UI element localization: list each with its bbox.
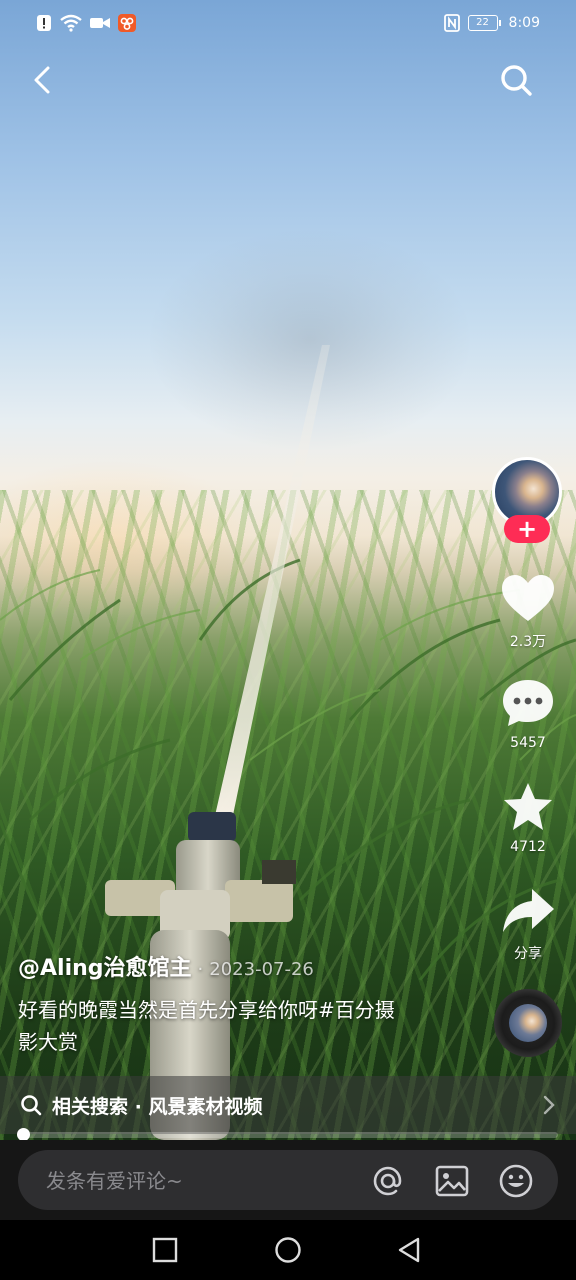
- mention-icon[interactable]: [370, 1163, 406, 1199]
- share-label: 分享: [514, 946, 542, 962]
- music-disc[interactable]: [494, 989, 562, 1057]
- related-search-bar[interactable]: 相关搜索 · 风景素材视频: [0, 1076, 576, 1134]
- comment-count: 5457: [510, 735, 546, 751]
- home-button[interactable]: [274, 1236, 302, 1264]
- status-time: 8:09: [508, 15, 540, 31]
- favorite-count: 4712: [510, 839, 546, 855]
- back-nav-button[interactable]: [396, 1236, 424, 1264]
- emoji-icon[interactable]: [498, 1163, 534, 1199]
- search-icon: [21, 1095, 42, 1116]
- caption-text[interactable]: 好看的晚霞当然是首先分享给你呀#百分摄影大赏: [18, 994, 408, 1058]
- chevron-left-icon: [34, 66, 50, 94]
- battery-tip: [498, 20, 501, 26]
- like-count: 2.3万: [509, 634, 547, 650]
- separator-dot: ·: [197, 959, 204, 980]
- star-icon: [504, 783, 552, 830]
- comment-input-container: [18, 1150, 558, 1212]
- music-cover: [509, 1004, 547, 1042]
- related-search-label: 相关搜索 · 风景素材视频: [52, 1095, 263, 1118]
- share-button[interactable]: 分享: [490, 885, 566, 963]
- comment-bubble-icon: [503, 680, 553, 726]
- nfc-icon: [443, 14, 460, 32]
- video-camera-icon: [90, 18, 110, 28]
- like-button[interactable]: 2.3万: [490, 573, 566, 651]
- alert-icon: [37, 15, 51, 31]
- share-arrow-icon: [503, 889, 554, 932]
- heart-icon: [502, 575, 554, 621]
- video-player-screen: 22 8:09 + 2.3万 5457 4712 分享 @Aling治愈馆主 ·…: [0, 0, 576, 1280]
- search-icon: [501, 65, 532, 96]
- app-notification-icon: [118, 14, 136, 32]
- playback-progress-bar[interactable]: [17, 1128, 558, 1141]
- status-bar: 22 8:09: [0, 0, 576, 48]
- battery-level: 22: [467, 15, 498, 31]
- author-line: @Aling治愈馆主 · 2023-07-26: [18, 950, 418, 982]
- back-button[interactable]: [26, 60, 66, 100]
- comment-bar: [0, 1140, 576, 1220]
- post-date: 2023-07-26: [209, 959, 314, 980]
- image-icon[interactable]: [434, 1163, 470, 1199]
- chevron-right-icon: [543, 1095, 555, 1115]
- system-navigation-bar: [0, 1220, 576, 1280]
- favorite-button[interactable]: 4712: [490, 781, 566, 855]
- video-caption: @Aling治愈馆主 · 2023-07-26 好看的晚霞当然是首先分享给你呀#百分…: [18, 950, 418, 1058]
- follow-button[interactable]: +: [504, 515, 550, 543]
- comment-button[interactable]: 5457: [490, 677, 566, 751]
- recent-apps-button[interactable]: [151, 1236, 179, 1264]
- battery-indicator: 22: [467, 15, 501, 31]
- wifi-icon: [60, 14, 82, 32]
- search-button[interactable]: [496, 60, 536, 100]
- author-handle[interactable]: @Aling治愈馆主: [18, 956, 192, 981]
- comment-input[interactable]: [44, 1150, 348, 1212]
